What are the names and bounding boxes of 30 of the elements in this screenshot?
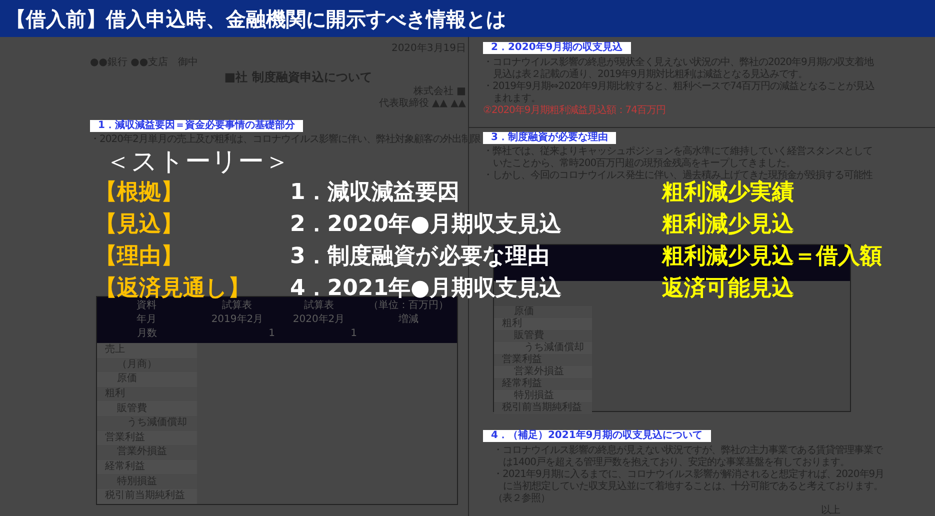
table-header-cell-text: 1 [268,328,276,340]
story-item: 4．2021年●月期収支見込 [290,275,563,301]
section-heading: 4．（補足）2021年9月期の収支見込について [483,430,711,442]
story-result: 粗利減少見込＝借入額 [662,243,882,271]
story-item: 1．減収減益要因 [290,179,460,207]
table-header-cell-text: 2020年2月 [292,314,346,326]
section-heading: 3．制度融資が必要な理由 [483,132,616,144]
body-text-line: ②2020年9月期粗利減益見込額：74百万円 [483,105,666,117]
story-label: 【返済見通し】 [94,275,250,301]
story-heading: ＜ストーリー＞ [105,147,290,177]
section-heading: 1．減収減益要因＝資金必要事情の基礎部分 [90,120,303,132]
table-header-cell-text: 2019年2月 [210,314,264,326]
story-result: 粗利減少実績 [662,180,794,207]
table-header-cell-text: 月数 [136,328,158,340]
table-header-cell-text: 1 [350,328,358,340]
table-header-cell-text: 試算表 [221,300,254,312]
table-header-cell-text: 試算表 [302,300,335,312]
page-title: 【借入前】借入申込時、金融機関に開示すべき情報とは [6,6,506,30]
table-header-cell-text: （単位：百万円） [367,300,450,312]
section-heading: 2．2020年9月期の収支見込 [483,42,631,54]
story-label: 【理由】 [94,243,184,271]
story-label: 【根拠】 [94,179,184,207]
table-header-cell-text: 年月 [136,314,158,326]
table-header-cell-text: 資料 [136,300,158,312]
story-item: 3．制度融資が必要な理由 [290,243,550,271]
story-item: 2．2020年●月期収支見込 [290,211,563,239]
story-result: 返済可能見込 [662,275,794,303]
story-result: 粗利減少見込 [662,211,794,239]
story-label: 【見込】 [94,211,184,239]
table-header-cell-text: 増減 [397,314,420,326]
